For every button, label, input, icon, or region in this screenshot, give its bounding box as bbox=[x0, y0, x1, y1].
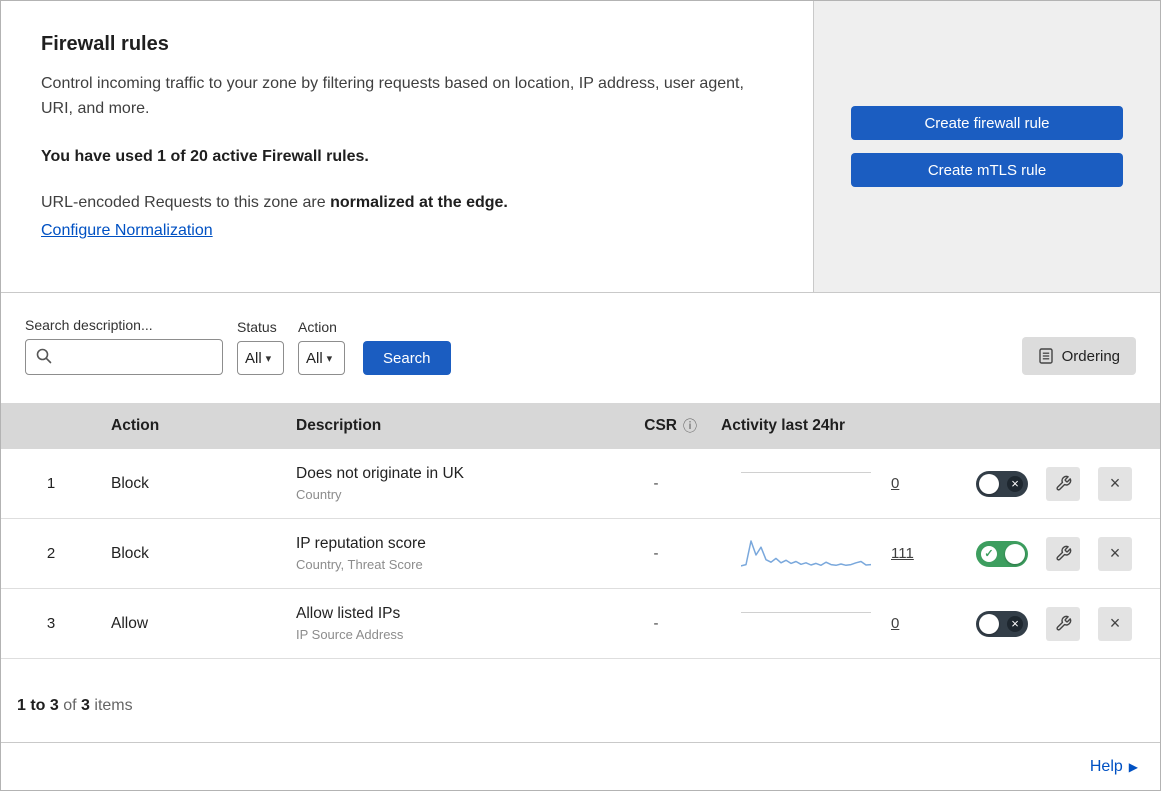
rule-csr: - bbox=[653, 475, 659, 492]
activity-sparkline bbox=[741, 539, 871, 567]
firewall-rules-page: Firewall rules Control incoming traffic … bbox=[0, 0, 1161, 791]
rule-toggle[interactable] bbox=[976, 610, 1028, 637]
edit-rule-button[interactable] bbox=[1046, 466, 1080, 501]
chevron-down-icon: ▾ bbox=[265, 352, 272, 365]
rule-description: IP reputation score bbox=[296, 535, 426, 552]
search-input[interactable] bbox=[25, 339, 223, 375]
page-header: Firewall rules Control incoming traffic … bbox=[1, 1, 1160, 293]
column-header-description: Description bbox=[296, 417, 382, 434]
chevron-down-icon: ▾ bbox=[326, 352, 333, 365]
search-box bbox=[25, 339, 223, 375]
rule-csr: - bbox=[653, 615, 659, 632]
header-info-panel: Firewall rules Control incoming traffic … bbox=[1, 1, 814, 292]
toggle-knob bbox=[979, 613, 999, 634]
action-select[interactable]: All ▾ bbox=[298, 341, 345, 375]
rule-csr: - bbox=[653, 545, 659, 562]
column-header-activity: Activity last 24hr bbox=[721, 417, 846, 434]
rule-priority: 2 bbox=[46, 545, 56, 562]
close-icon: × bbox=[1109, 473, 1121, 493]
search-label: Search description... bbox=[25, 317, 153, 333]
help-bar: Help ▶ bbox=[1, 742, 1160, 790]
table-row: 2 Block IP reputation score Country, Thr… bbox=[1, 519, 1160, 589]
rule-priority: 3 bbox=[46, 615, 56, 632]
delete-rule-button[interactable]: × bbox=[1098, 536, 1132, 571]
configure-normalization-link[interactable]: Configure Normalization bbox=[41, 222, 213, 240]
status-label: Status bbox=[237, 319, 277, 335]
search-button[interactable]: Search bbox=[363, 341, 451, 375]
wrench-icon bbox=[1055, 615, 1072, 632]
page-title: Firewall rules bbox=[41, 33, 169, 55]
wrench-icon bbox=[1055, 475, 1072, 492]
info-icon[interactable]: ⓘ bbox=[683, 416, 697, 436]
action-label: Action bbox=[298, 319, 337, 335]
toggle-state-icon bbox=[1007, 615, 1023, 632]
create-firewall-rule-button[interactable]: Create firewall rule bbox=[851, 106, 1123, 140]
ordering-button[interactable]: Ordering bbox=[1021, 337, 1136, 375]
table-header-row: Action Description CSR ⓘ Activity last 2… bbox=[1, 403, 1160, 449]
toggle-knob bbox=[979, 473, 999, 494]
activity-count-link[interactable]: 0 bbox=[891, 615, 915, 632]
column-header-action: Action bbox=[111, 417, 160, 434]
filter-bar: Search description... Status All ▾ Actio… bbox=[1, 293, 1160, 403]
toggle-state-icon bbox=[981, 545, 997, 562]
rule-action: Block bbox=[111, 474, 149, 492]
create-mtls-rule-button[interactable]: Create mTLS rule bbox=[851, 153, 1123, 187]
table-row: 3 Allow Allow listed IPs IP Source Addre… bbox=[1, 589, 1160, 659]
edit-rule-button[interactable] bbox=[1046, 536, 1080, 571]
table-row: 1 Block Does not originate in UK Country… bbox=[1, 449, 1160, 519]
usage-notice: You have used 1 of 20 active Firewall ru… bbox=[41, 147, 369, 165]
activity-sparkline-empty bbox=[741, 612, 871, 613]
rule-toggle[interactable] bbox=[976, 540, 1028, 567]
rule-action: Allow bbox=[111, 614, 149, 632]
normalization-note: URL-encoded Requests to this zone are no… bbox=[41, 193, 508, 211]
rule-toggle[interactable] bbox=[976, 470, 1028, 497]
activity-count-link[interactable]: 0 bbox=[891, 475, 915, 492]
rule-description: Allow listed IPs bbox=[296, 605, 401, 622]
rule-match-fields: IP Source Address bbox=[296, 627, 404, 642]
wrench-icon bbox=[1055, 545, 1072, 562]
search-group: Search description... bbox=[25, 317, 223, 375]
status-select[interactable]: All ▾ bbox=[237, 341, 284, 375]
header-actions-panel: Create firewall rule Create mTLS rule bbox=[814, 1, 1160, 292]
toggle-state-icon bbox=[1007, 475, 1023, 492]
arrow-right-icon: ▶ bbox=[1128, 759, 1138, 774]
close-icon: × bbox=[1109, 613, 1121, 633]
status-filter-group: Status All ▾ bbox=[237, 319, 284, 375]
toggle-knob bbox=[1005, 543, 1025, 564]
rule-action: Block bbox=[111, 544, 149, 562]
activity-count-link[interactable]: 111 bbox=[891, 545, 915, 562]
close-icon: × bbox=[1109, 543, 1121, 563]
rule-priority: 1 bbox=[46, 475, 56, 492]
help-link[interactable]: Help ▶ bbox=[1090, 758, 1138, 776]
rule-match-fields: Country, Threat Score bbox=[296, 557, 423, 572]
delete-rule-button[interactable]: × bbox=[1098, 466, 1132, 501]
rule-match-fields: Country bbox=[296, 487, 342, 502]
activity-sparkline-empty bbox=[741, 472, 871, 473]
page-description: Control incoming traffic to your zone by… bbox=[41, 75, 744, 117]
delete-rule-button[interactable]: × bbox=[1098, 606, 1132, 641]
ordering-icon bbox=[1038, 347, 1054, 365]
pagination-summary: 1 to 3 of 3 items bbox=[17, 697, 133, 714]
action-filter-group: Action All ▾ bbox=[298, 319, 345, 375]
edit-rule-button[interactable] bbox=[1046, 606, 1080, 641]
rule-description: Does not originate in UK bbox=[296, 465, 465, 482]
search-icon bbox=[35, 347, 53, 365]
column-header-csr: CSR ⓘ bbox=[644, 416, 697, 436]
